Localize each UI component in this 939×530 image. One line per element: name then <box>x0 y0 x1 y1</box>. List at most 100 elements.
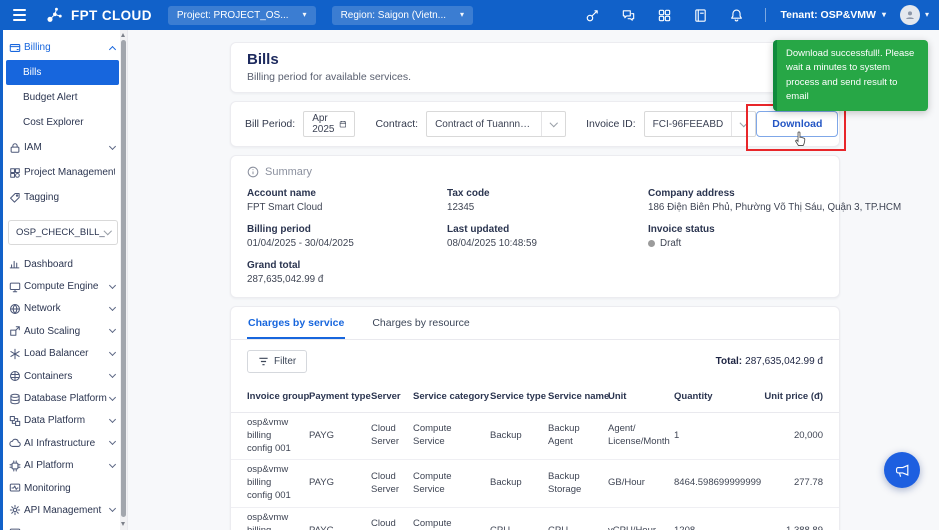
sidebar-item-data-platform[interactable]: Data Platform <box>0 410 127 432</box>
sidebar-item-network[interactable]: Network <box>0 298 127 320</box>
announcement-fab[interactable] <box>884 452 920 488</box>
sidebar-item-label: Project Management <box>24 167 115 178</box>
tenant-selector[interactable]: Tenant: OSP&VMW ▾ <box>780 9 886 21</box>
table-cell: 1 <box>674 430 757 443</box>
charges-card: Charges by service Charges by resource F… <box>230 306 840 530</box>
chevron-down-icon <box>103 227 111 235</box>
filter-bar: Bill Period: Apr 2025 Contract: Contract… <box>230 101 840 147</box>
chevron-down-icon <box>109 142 116 149</box>
table-cell: Backup <box>490 430 548 443</box>
caret-down-icon: ▾ <box>925 11 929 19</box>
table-cell: PAYG <box>309 477 371 490</box>
toast-message: Download successfull!. Please wait a min… <box>786 48 914 102</box>
table-cell: CPU <box>548 525 608 530</box>
charges-tabs: Charges by service Charges by resource <box>231 307 839 340</box>
sidebar-subitem-cost-explorer[interactable]: Cost Explorer <box>0 110 127 135</box>
app-window: FPT CLOUD Project: PROJECT_OS... ▾ Regio… <box>0 0 939 530</box>
billing-config-select[interactable]: OSP_CHECK_BILL_001 <box>8 220 118 245</box>
chat-icon[interactable] <box>621 8 636 23</box>
contract-select-value: Contract of Tuannn52... <box>427 119 541 130</box>
table-cell: vCPU/Hour <box>608 525 674 530</box>
table-cell: Compute Service <box>413 423 490 449</box>
sidebar-item-label: Compute Engine <box>24 281 110 292</box>
sidebar-item-load-balancer[interactable]: Load Balancer <box>0 343 127 365</box>
chevron-down-icon <box>109 371 116 378</box>
contract-label: Contract: <box>375 118 418 130</box>
summary-field-company-address: Company address 186 Điện Biên Phủ, Phườn… <box>648 188 901 213</box>
sidebar-item-tagging[interactable]: Tagging <box>0 185 127 210</box>
info-icon <box>247 166 259 178</box>
summary-field-tax-code: Tax code 12345 <box>447 188 648 213</box>
scroll-up-arrow[interactable] <box>121 33 125 37</box>
sidebar-item-label: AI Platform <box>24 460 110 471</box>
monitoring-icon <box>9 482 21 494</box>
region-selector[interactable]: Region: Saigon (Vietn... ▾ <box>332 6 473 25</box>
project-selector-label: Project: PROJECT_OS... <box>177 10 289 21</box>
sidebar-item-monitoring[interactable]: Monitoring <box>0 477 127 499</box>
compute-engine-icon <box>9 281 21 293</box>
column-header-service-type: Service type <box>490 391 548 402</box>
table-row: osp&vmw billing config 001PAYGCloud Serv… <box>231 508 839 530</box>
bell-icon[interactable] <box>729 8 744 23</box>
sidebar-subitem-bills[interactable]: Bills <box>6 60 119 85</box>
sidebar-item-compute-engine[interactable]: Compute Engine <box>0 275 127 297</box>
sidebar-item-database-platform[interactable]: Database Platform <box>0 387 127 409</box>
contract-select[interactable]: Contract of Tuannn52... <box>426 111 566 137</box>
fpt-cloud-logo: FPT CLOUD <box>46 6 152 25</box>
key-icon[interactable] <box>585 8 600 23</box>
table-cell: Cloud Server <box>371 423 413 449</box>
database-platform-icon <box>9 393 21 405</box>
auto-scaling-icon <box>9 325 21 337</box>
apps-grid-icon[interactable] <box>657 8 672 23</box>
sidebar-item-ai-platform[interactable]: AI Platform <box>0 455 127 477</box>
docs-icon[interactable] <box>693 8 708 23</box>
table-cell: osp&vmw billing config 001 <box>247 512 309 530</box>
column-header-service-category: Service category <box>413 391 490 402</box>
project-selector[interactable]: Project: PROJECT_OS... ▾ <box>168 6 316 25</box>
caret-down-icon: ▾ <box>882 11 886 19</box>
table-cell: Compute Service <box>413 471 490 497</box>
chevron-down-icon <box>109 461 116 468</box>
sidebar-scrollbar[interactable] <box>120 30 127 530</box>
dashboard-icon <box>9 258 21 270</box>
cursor-hand-icon <box>793 129 808 147</box>
summary-field-account-name: Account name FPT Smart Cloud <box>247 188 447 213</box>
sidebar-item-ai-infrastructure[interactable]: AI Infrastructure <box>0 432 127 454</box>
chevron-down-icon <box>740 119 748 127</box>
sidebar-item-project-management[interactable]: Project Management <box>0 160 127 185</box>
sidebar-subitem-budget-alert[interactable]: Budget Alert <box>0 85 127 110</box>
sidebar-item-containers[interactable]: Containers <box>0 365 127 387</box>
status-dot <box>648 240 655 247</box>
table-cell: Cloud Server <box>371 518 413 530</box>
logo-text: FPT CLOUD <box>71 8 152 23</box>
tab-charges-by-service[interactable]: Charges by service <box>247 307 345 339</box>
sidebar-item-billing[interactable]: Billing <box>0 35 127 60</box>
scroll-down-arrow[interactable] <box>121 522 125 526</box>
invoice-id-select-value: FCI-96FEEABD <box>645 119 732 130</box>
sidebar-item-iam[interactable]: IAM <box>0 135 127 160</box>
sidebar-item-auto-scaling[interactable]: Auto Scaling <box>0 320 127 342</box>
sidebar-item-api-management[interactable]: API Management <box>0 499 127 521</box>
bill-period-input[interactable]: Apr 2025 <box>303 111 355 137</box>
summary-field-last-updated: Last updated 08/04/2025 10:48:59 <box>447 224 648 249</box>
menu-toggle-icon[interactable] <box>13 9 26 21</box>
column-header-service-name: Service name <box>548 391 608 402</box>
sidebar-item-label: Tagging <box>24 192 115 203</box>
sidebar: BillingBillsBudget AlertCost ExplorerIAM… <box>0 30 128 530</box>
chevron-down-icon <box>109 438 116 445</box>
invoice-id-select[interactable]: FCI-96FEEABD <box>644 111 757 137</box>
table-cell: PAYG <box>309 525 371 530</box>
header-divider <box>765 8 766 22</box>
filter-button[interactable]: Filter <box>247 350 307 373</box>
chevron-down-icon <box>109 393 116 400</box>
tagging-icon <box>9 192 21 204</box>
chevron-down-icon <box>109 505 116 512</box>
sidebar-item-dashboard[interactable]: Dashboard <box>0 253 127 275</box>
user-menu[interactable]: ▾ <box>900 5 929 25</box>
tenant-label: Tenant: OSP&VMW <box>780 9 875 21</box>
ai-platform-icon <box>9 460 21 472</box>
sidebar-item-item[interactable] <box>0 522 127 530</box>
tab-charges-by-resource[interactable]: Charges by resource <box>371 307 470 339</box>
scrollbar-thumb[interactable] <box>121 40 126 517</box>
sidebar-menu-bottom: Dashboard Compute Engine NetworkAuto Scali… <box>0 247 127 530</box>
